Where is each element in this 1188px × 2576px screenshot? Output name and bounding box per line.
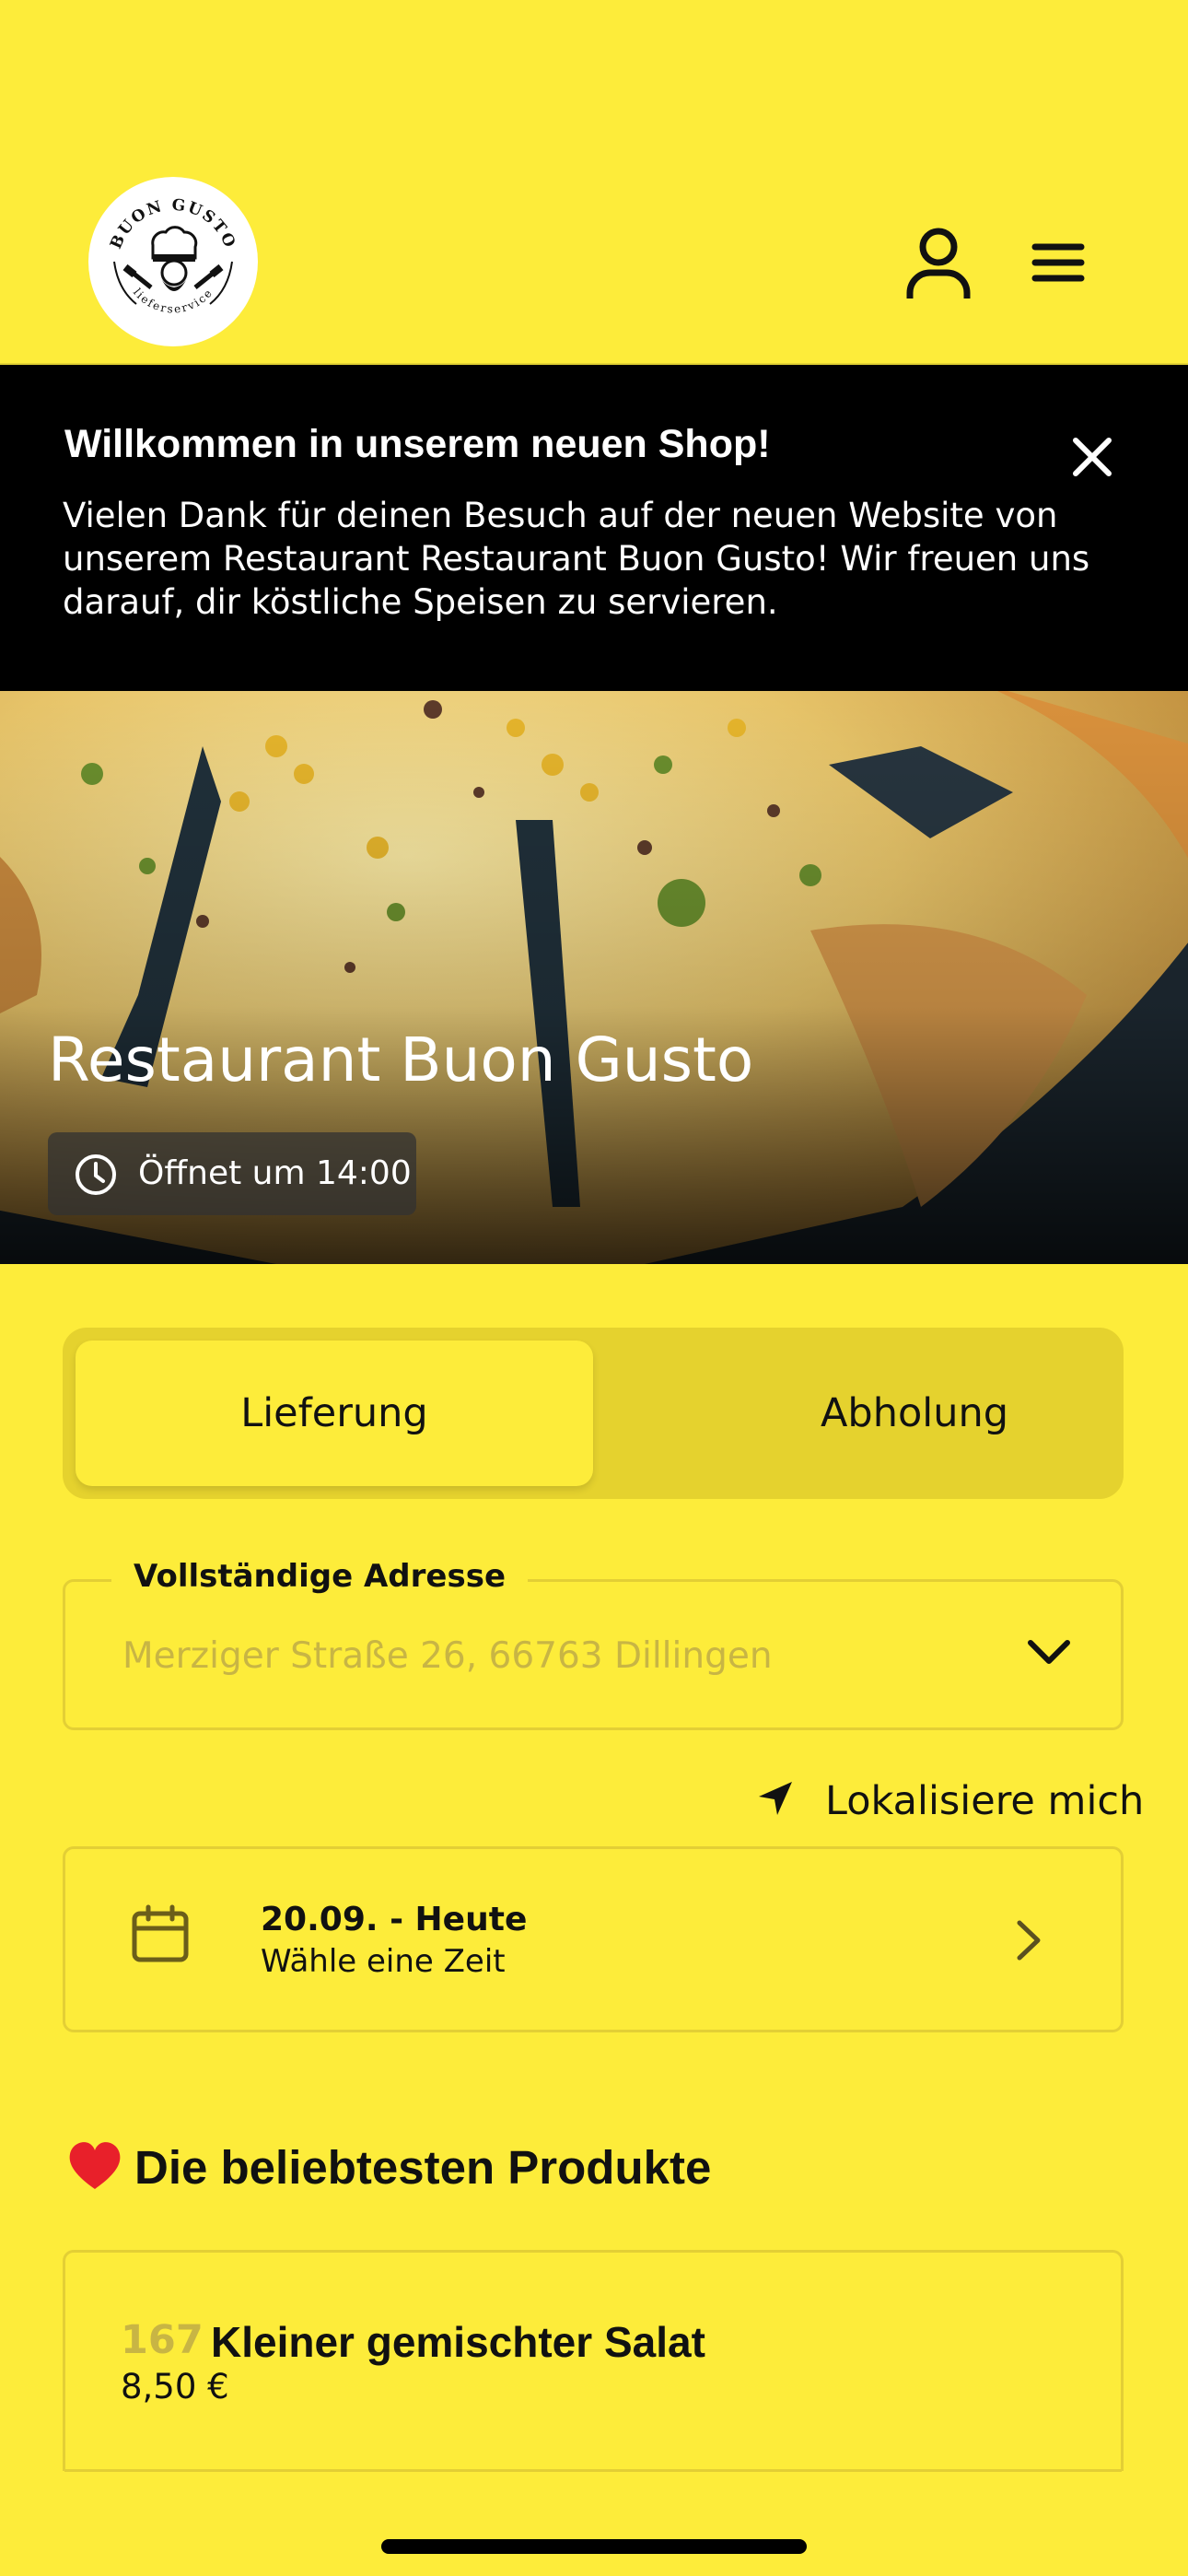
selected-date: 20.09. - Heute (261, 1901, 528, 1938)
address-select[interactable]: Vollständige Adresse Merziger Straße 26,… (63, 1558, 1124, 1730)
address-value: Merziger Straße 26, 66763 Dillingen (122, 1635, 773, 1677)
restaurant-logo[interactable]: BUON GUSTO lieferservice (88, 177, 258, 346)
chevron-right-icon (1017, 1920, 1041, 1961)
close-icon (1073, 438, 1112, 476)
product-number: 167 (121, 2317, 204, 2363)
tab-pickup[interactable]: Abholung (656, 1341, 1173, 1486)
location-arrow-icon (759, 1782, 792, 1815)
menu-button[interactable] (1022, 230, 1096, 295)
order-mode-toggle: Lieferung Abholung (63, 1328, 1124, 1499)
locate-me-button[interactable]: Lokalisiere mich (755, 1776, 1144, 1828)
time-selector[interactable]: 20.09. - Heute Wähle eine Zeit (63, 1846, 1124, 2032)
product-name: Kleiner gemischter Salat (211, 2318, 705, 2366)
locate-me-label: Lokalisiere mich (825, 1778, 1145, 1824)
hamburger-menu-icon (1031, 243, 1085, 282)
popular-products-heading: Die beliebtesten Produkte (66, 2139, 711, 2195)
restaurant-name: Restaurant Buon Gusto (48, 1025, 754, 1095)
product-divider (64, 2469, 1122, 2472)
app-header: BUON GUSTO lieferservice (0, 0, 1188, 365)
banner-text: Vielen Dank für deinen Besuch auf der ne… (63, 496, 1090, 622)
opening-status-text: Öffnet um 14:00 (138, 1154, 412, 1192)
tab-delivery[interactable]: Lieferung (76, 1341, 593, 1486)
profile-button[interactable] (897, 221, 980, 304)
chef-logo-icon: BUON GUSTO lieferservice (92, 181, 254, 343)
heart-icon (69, 2142, 121, 2189)
hero-image: Restaurant Buon Gusto Öffnet um 14:00 (0, 691, 1188, 1264)
person-icon (906, 228, 971, 299)
welcome-banner: Willkommen in unserem neuen Shop! Vielen… (0, 365, 1188, 691)
popular-products-title: Die beliebtesten Produkte (134, 2141, 712, 2194)
banner-close-button[interactable] (1066, 431, 1118, 483)
address-label: Vollständige Adresse (111, 1558, 528, 1595)
product-card[interactable]: 167 Kleiner gemischter Salat 8,50 € (63, 2250, 1124, 2471)
banner-title: Willkommen in unserem neuen Shop! (64, 422, 771, 466)
time-prompt: Wähle eine Zeit (261, 1943, 506, 1980)
calendar-icon (132, 1904, 189, 1962)
chevron-down-icon (1028, 1640, 1070, 1664)
opening-status-badge: Öffnet um 14:00 (48, 1132, 416, 1215)
clock-icon (76, 1154, 116, 1195)
home-indicator[interactable] (381, 2539, 807, 2554)
product-price: 8,50 € (121, 2367, 229, 2406)
